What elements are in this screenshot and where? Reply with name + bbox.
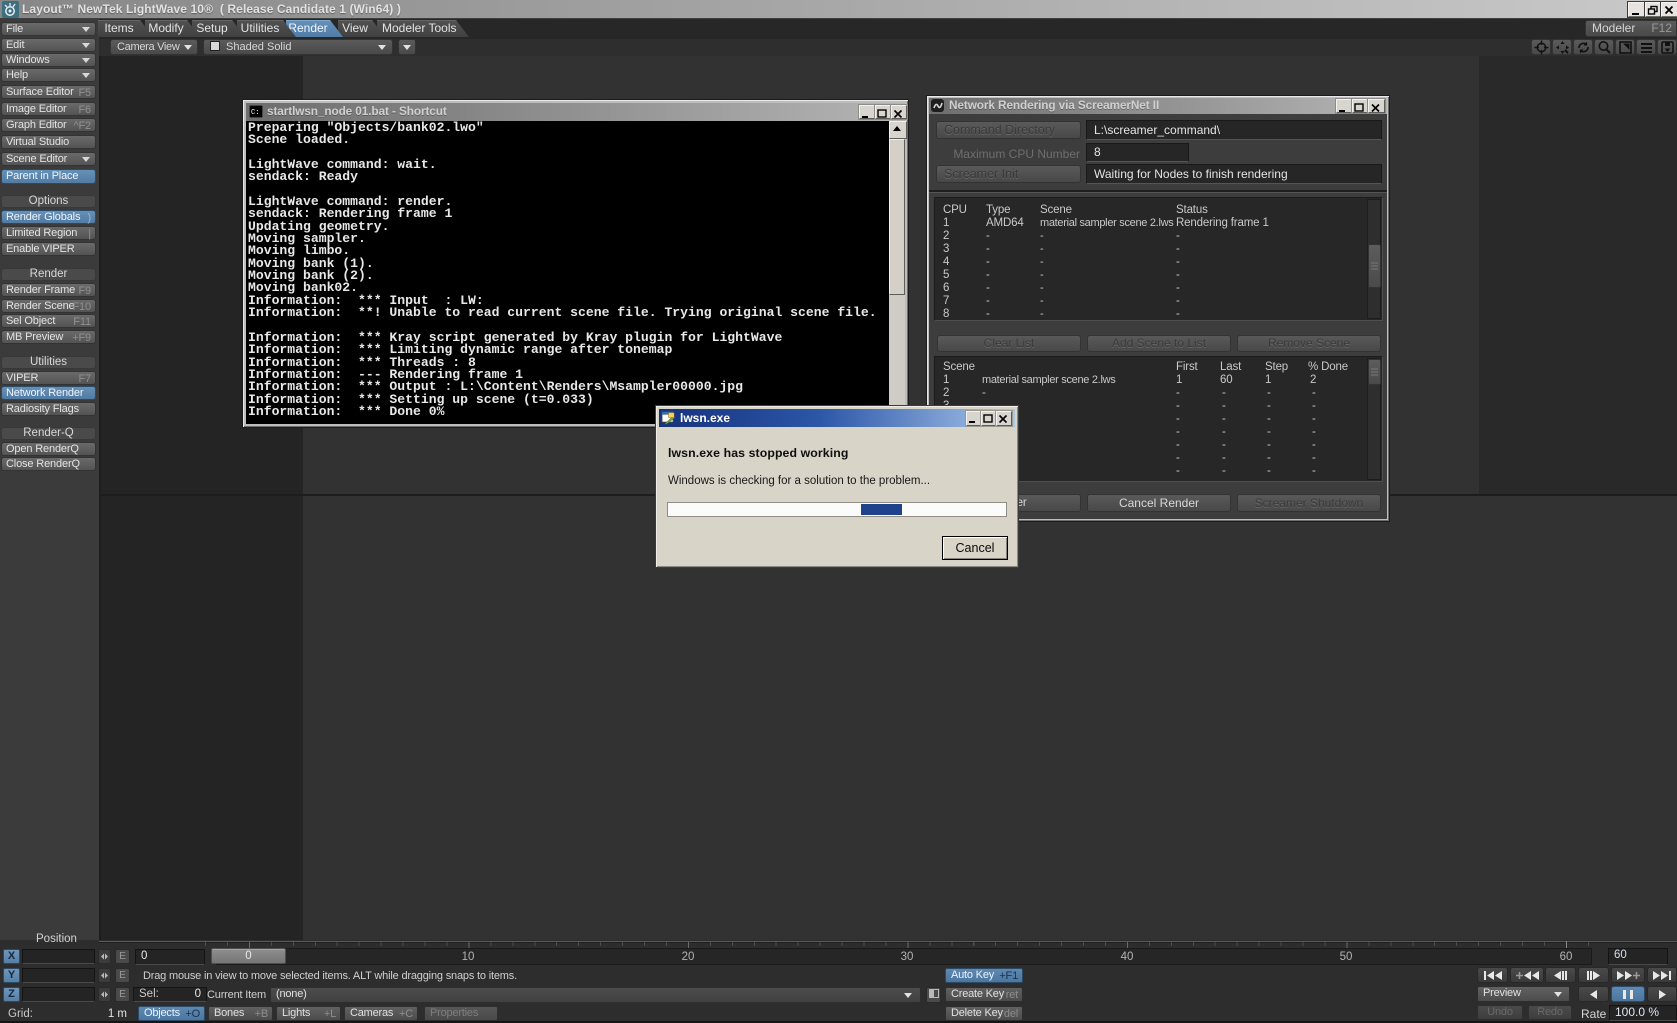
svg-text:C:: C: (251, 109, 259, 117)
